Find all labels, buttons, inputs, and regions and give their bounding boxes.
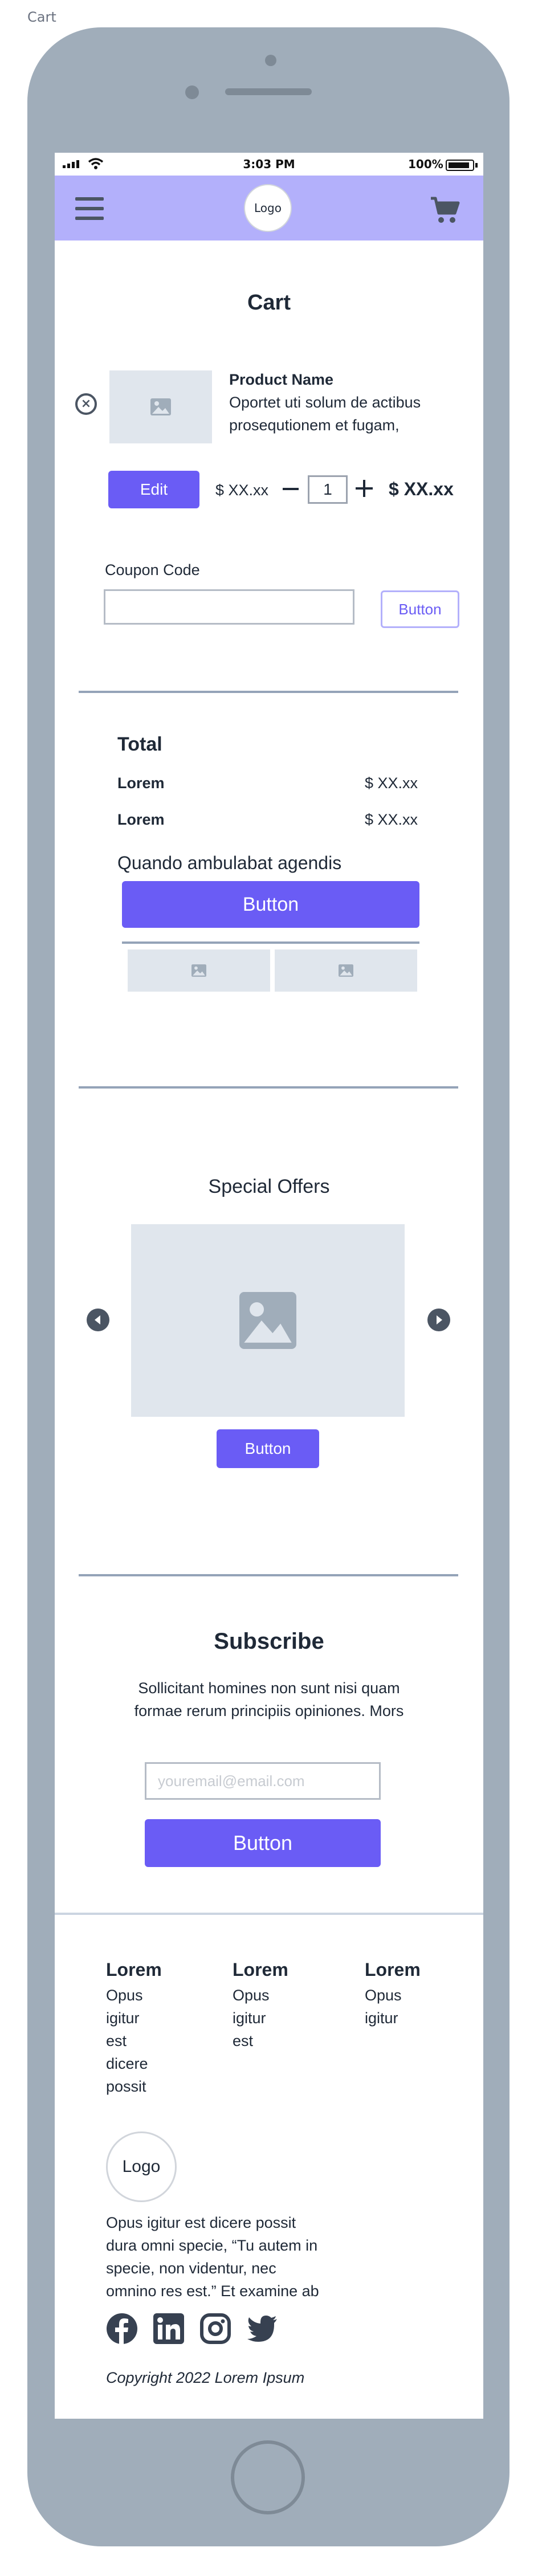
footer-about-line: Opus igitur est dicere possit <box>106 2214 296 2231</box>
checkout-button[interactable]: Button <box>122 881 419 928</box>
product-description-line: Oportet uti solum de actibus <box>229 394 421 411</box>
footer-link[interactable]: possit <box>106 2075 162 2098</box>
subscribe-title: Subscribe <box>214 1629 324 1654</box>
app-header: Logo <box>55 176 483 241</box>
coupon-input[interactable] <box>104 589 354 625</box>
speaker-grille <box>225 88 312 95</box>
footer-link[interactable]: Opus <box>365 1984 421 2007</box>
apply-coupon-button[interactable]: Button <box>381 590 459 628</box>
phone-screen: 3:03 PM 100% Logo Cart × Product Name Op… <box>55 153 483 2419</box>
offer-image <box>131 1224 405 1417</box>
battery-icon <box>446 160 474 171</box>
footer-link[interactable]: Opus <box>106 1984 162 2007</box>
instagram-icon[interactable] <box>199 2313 231 2345</box>
footer-column-title: Lorem <box>233 1959 288 1980</box>
footer-link[interactable]: est <box>233 2029 288 2052</box>
payment-image <box>128 949 270 992</box>
footer-column: Lorem Opus igitur est dicere possit <box>106 1959 162 2098</box>
section-divider <box>79 691 458 693</box>
copyright: Copyright 2022 Lorem Ipsum <box>106 2369 305 2386</box>
totals-caption: Quando ambulabat agendis <box>117 853 342 873</box>
facebook-icon[interactable] <box>106 2313 138 2345</box>
sensor-dot <box>185 85 199 99</box>
image-placeholder-icon <box>339 964 353 977</box>
offers-title: Special Offers <box>208 1176 330 1197</box>
total-row-value: $ XX.xx <box>365 811 418 828</box>
total-row-label: Lorem <box>117 811 165 828</box>
subscribe-text-line: Sollicitant homines non sunt nisi quam <box>138 1680 400 1697</box>
product-description-line: prosequtionem et fugam, <box>229 417 400 434</box>
coupon-label: Coupon Code <box>105 561 200 578</box>
status-bar: 3:03 PM 100% <box>55 153 483 176</box>
camera-dot <box>265 55 276 66</box>
footer-link[interactable]: igitur <box>233 2007 288 2029</box>
remove-item-icon[interactable]: × <box>75 393 97 415</box>
image-placeholder-icon <box>191 964 206 977</box>
footer-link[interactable]: igitur <box>106 2007 162 2029</box>
section-divider <box>79 1574 458 1576</box>
line-total: $ XX.xx <box>389 479 454 499</box>
footer-column: Lorem Opus igitur <box>365 1959 421 2029</box>
edit-button[interactable]: Edit <box>108 471 199 508</box>
increase-quantity-icon[interactable] <box>356 480 373 497</box>
footer-column-title: Lorem <box>365 1959 421 1980</box>
footer-divider <box>55 1913 483 1915</box>
email-input[interactable]: youremail@email.com <box>145 1762 381 1800</box>
cart-title: Cart <box>247 291 291 315</box>
battery-cap <box>475 163 478 168</box>
product-image <box>109 370 212 443</box>
footer-link[interactable]: dicere <box>106 2052 162 2075</box>
frame-label: Cart <box>27 9 56 25</box>
total-row-value: $ XX.xx <box>365 775 418 792</box>
offer-button[interactable]: Button <box>217 1429 319 1468</box>
twitter-icon[interactable] <box>246 2313 278 2345</box>
decrease-quantity-icon[interactable] <box>283 488 299 490</box>
divider <box>122 941 419 944</box>
footer-about-line: specie, non videntur, nec <box>106 2260 276 2277</box>
battery-percent: 100% <box>408 157 443 171</box>
header-logo[interactable]: Logo <box>244 184 292 232</box>
shopping-cart-icon[interactable] <box>430 196 460 225</box>
footer-column-title: Lorem <box>106 1959 162 1980</box>
total-title: Total <box>117 733 162 755</box>
footer-logo[interactable]: Logo <box>106 2131 177 2202</box>
total-row-label: Lorem <box>117 775 165 792</box>
footer-link[interactable]: igitur <box>365 2007 421 2029</box>
product-name: Product Name <box>229 371 334 388</box>
image-placeholder-icon <box>239 1292 296 1349</box>
footer-link[interactable]: est <box>106 2029 162 2052</box>
footer-column: Lorem Opus igitur est <box>233 1959 288 2052</box>
hamburger-menu-icon[interactable] <box>75 197 105 220</box>
unit-price: $ XX.xx <box>215 482 269 499</box>
footer-link[interactable]: Opus <box>233 1984 288 2007</box>
footer-about-line: omnino res est.” Et examine ab <box>106 2282 319 2300</box>
subscribe-text-line: formae rerum principiis opiniones. Mors <box>134 1702 404 1719</box>
section-divider <box>79 1086 458 1089</box>
payment-image <box>275 949 417 992</box>
quantity-input[interactable]: 1 <box>308 475 348 504</box>
linkedin-icon[interactable] <box>153 2313 185 2345</box>
subscribe-button[interactable]: Button <box>145 1819 381 1867</box>
image-placeholder-icon <box>150 398 171 415</box>
carousel-next-icon[interactable] <box>427 1309 450 1331</box>
carousel-prev-icon[interactable] <box>87 1309 109 1331</box>
home-button[interactable] <box>231 2440 305 2514</box>
footer-about-line: dura omni specie, “Tu autem in <box>106 2237 318 2254</box>
